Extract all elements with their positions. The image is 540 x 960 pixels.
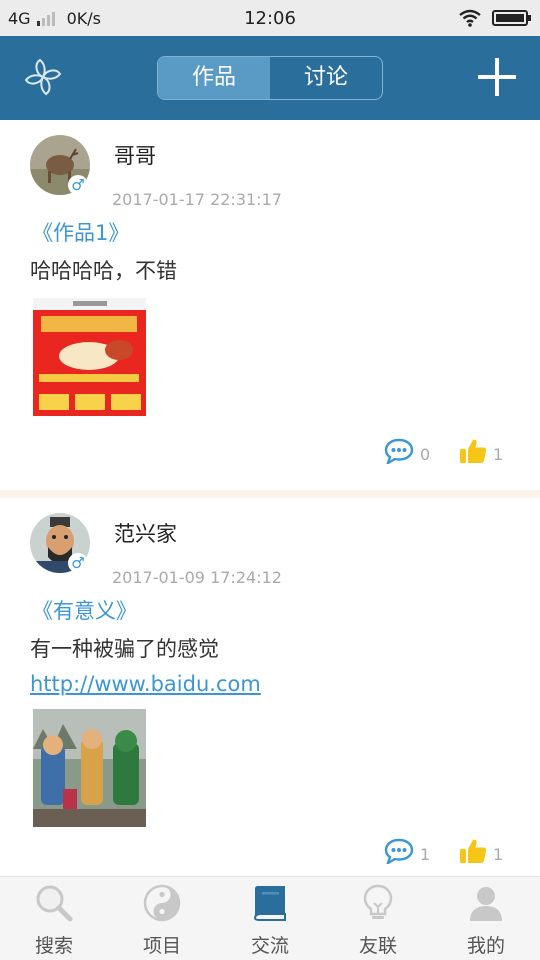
post-link[interactable]: http://www.baidu.com: [30, 672, 261, 696]
post-divider: [0, 490, 540, 498]
like-action[interactable]: 1: [459, 838, 503, 864]
bottom-tab-bar: 搜索 项目 交流 友联 我的: [0, 876, 540, 960]
post-title[interactable]: 《作品1》: [32, 217, 129, 247]
tab-label: 搜索: [34, 935, 73, 957]
wifi-icon: [459, 9, 481, 27]
tab-me[interactable]: 我的: [432, 877, 540, 960]
post-timestamp: 2017-01-09 17:24:12: [112, 568, 282, 587]
post-text: 有一种被骗了的感觉: [30, 637, 219, 661]
post-username[interactable]: 范兴家: [114, 518, 177, 548]
comment-icon: [384, 838, 414, 864]
comment-count: 0: [420, 445, 431, 464]
post-username[interactable]: 哥哥: [114, 140, 156, 170]
like-count: 1: [493, 845, 504, 864]
gender-male-icon: ♂: [68, 175, 88, 195]
post-card: ♂ 哥哥 2017-01-17 22:31:17 《作品1》 哈哈哈哈，不错 0…: [0, 120, 540, 490]
person-icon: [470, 887, 502, 921]
tab-label: 我的: [466, 935, 505, 957]
tab-label: 项目: [142, 935, 181, 957]
book-icon: [253, 886, 286, 921]
status-right: [458, 9, 531, 27]
thumbs-up-icon: [460, 439, 487, 463]
tab-friends[interactable]: 友联: [324, 877, 432, 960]
add-icon[interactable]: [478, 58, 516, 96]
pinwheel-icon[interactable]: [22, 56, 64, 98]
tab-label: 交流: [250, 935, 289, 957]
post-image[interactable]: [33, 298, 146, 416]
lightbulb-icon: [363, 884, 393, 919]
status-bar: 4G 0K/s 12:06: [0, 0, 540, 36]
tab-label: 友联: [358, 935, 397, 957]
post-card: ♂ 范兴家 2017-01-09 17:24:12 《有意义》 有一种被骗了的感…: [0, 498, 540, 876]
comment-action[interactable]: 1: [384, 838, 430, 864]
gender-male-icon: ♂: [68, 553, 88, 573]
like-action[interactable]: 1: [459, 438, 503, 464]
post-title[interactable]: 《有意义》: [32, 595, 137, 625]
thumbs-up-icon: [460, 839, 487, 863]
search-icon: [36, 885, 73, 922]
segment-control: 作品 讨论: [157, 56, 383, 100]
tab-works[interactable]: 作品: [158, 57, 270, 99]
post-text: 哈哈哈哈，不错: [30, 259, 177, 283]
like-count: 1: [493, 445, 504, 464]
post-feed[interactable]: ♂ 哥哥 2017-01-17 22:31:17 《作品1》 哈哈哈哈，不错 0…: [0, 120, 540, 876]
tab-discussion[interactable]: 讨论: [270, 57, 382, 99]
comment-count: 1: [420, 845, 431, 864]
comment-icon: [384, 438, 414, 464]
top-bar: 作品 讨论: [0, 36, 540, 120]
yin-yang-icon: [143, 884, 181, 922]
tab-search[interactable]: 搜索: [0, 877, 108, 960]
tab-projects[interactable]: 项目: [108, 877, 216, 960]
post-timestamp: 2017-01-17 22:31:17: [112, 190, 282, 209]
post-image[interactable]: [33, 709, 146, 827]
battery-icon: [492, 10, 531, 26]
comment-action[interactable]: 0: [384, 438, 430, 464]
tab-exchange[interactable]: 交流: [216, 877, 324, 960]
